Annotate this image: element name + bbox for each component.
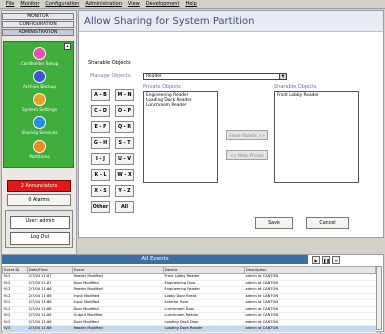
settings-icon (33, 93, 46, 106)
manage-objects-select[interactable]: Reader ▼ (143, 73, 287, 80)
filter-i-j[interactable]: I - J (91, 153, 110, 165)
tab-monitor[interactable]: MONITOR (2, 13, 74, 20)
table-cell: 2/7/04 11:86 (27, 325, 73, 333)
nav-label: Archive Backup (22, 85, 57, 90)
menu-view[interactable]: View (128, 0, 140, 9)
nav-label: System Settings (21, 108, 57, 113)
nav-label: Partitions (29, 155, 50, 160)
column-header[interactable]: Description (244, 266, 376, 274)
filter-q-r[interactable]: Q - R (115, 121, 134, 133)
column-header[interactable]: Date/Time (27, 266, 73, 274)
private-objects-list[interactable]: Engineering Reader Loading Dock Reader L… (143, 91, 218, 183)
sharable-objects-title: Sharable Objects (274, 84, 317, 90)
table-cell: 920 (2, 325, 28, 333)
page-header: Allow Sharing for System Partition (79, 11, 383, 32)
nav-archive-backup[interactable]: Archive Backup (4, 70, 75, 90)
tab-configuration[interactable]: CONFIGURATION (2, 21, 74, 28)
make-private-button[interactable]: << Make Private (226, 150, 268, 160)
menu-file[interactable]: File (6, 0, 14, 9)
backup-icon (33, 70, 46, 83)
table-cell: admin at CANTON (244, 325, 376, 333)
cardholder-icon (33, 47, 46, 60)
menu-administration[interactable]: Administration (85, 0, 122, 9)
private-objects-title: Private Objects (143, 84, 181, 90)
page-title: Allow Sharing for System Partition (84, 16, 255, 27)
menu-help[interactable]: Help (185, 0, 196, 9)
play-icon[interactable]: ▶ (312, 256, 320, 264)
sharing-icon (33, 116, 46, 129)
save-button[interactable]: Save (255, 217, 293, 229)
filter-g-h[interactable]: G - H (91, 137, 110, 149)
table-cell: Loading Dock Reader (163, 325, 245, 333)
pause-icon[interactable]: ❚❚ (322, 256, 330, 264)
alarms-button[interactable]: 0 Alarms (7, 194, 71, 206)
share-objects-button[interactable]: Share Objects >> (226, 130, 268, 140)
column-header[interactable]: Event (72, 266, 164, 274)
events-table: Event ID Date/Time Event Device Descript… (2, 266, 376, 333)
filter-y-z[interactable]: Y - Z (115, 185, 134, 197)
admin-nav-panel: ▴ Cardholder Setup Archive Backup System… (3, 41, 74, 168)
nav-sharing-services[interactable]: Sharing Services (4, 116, 75, 136)
manage-objects-label: Manage Objects: (90, 73, 133, 79)
sharable-objects-list[interactable]: Front Lobby Reader (274, 91, 359, 183)
filter-o-p[interactable]: O - P (115, 105, 134, 117)
nav-label: Cardholder Setup (20, 62, 59, 67)
filter-k-l[interactable]: K - L (91, 169, 110, 181)
filter-e-f[interactable]: E - F (91, 121, 110, 133)
user-box: User: admin Log Out (5, 210, 73, 248)
filter-s-t[interactable]: S - T (115, 137, 134, 149)
nav-system-settings[interactable]: System Settings (4, 93, 75, 113)
table-row[interactable]: 920 2/7/04 11:86 Reader Modified Loading Do… (2, 325, 376, 333)
nav-partitions[interactable]: Partitions (4, 140, 75, 160)
column-header[interactable]: Event ID (2, 266, 28, 274)
annunciators-button[interactable]: 2 Annunciators (7, 180, 71, 192)
sharable-section-label: Sharable Objects (88, 60, 131, 66)
list-item[interactable]: Front Lobby Reader (277, 93, 356, 98)
menu-development[interactable]: Development (146, 0, 180, 9)
list-item[interactable]: Lunchroom Reader (146, 103, 215, 108)
user-label: User: admin (10, 216, 70, 229)
menu-bar: File Monitor Configuration Administration Vi… (0, 0, 385, 9)
partitions-icon (33, 140, 46, 153)
chevron-down-icon[interactable]: ▼ (279, 74, 286, 79)
events-title: All Events (2, 255, 308, 264)
cancel-button[interactable]: Cancel (306, 217, 349, 229)
filter-a-b[interactable]: A - B (91, 89, 110, 101)
nav-cardholder-setup[interactable]: Cardholder Setup (4, 47, 75, 67)
filter-other[interactable]: Other (91, 201, 110, 213)
events-scrollbar[interactable] (376, 266, 382, 330)
table-header-row: Event ID Date/Time Event Device Descript… (2, 266, 376, 274)
tab-administration[interactable]: ADMINISTRATION (2, 29, 74, 36)
select-value: Reader (146, 74, 162, 79)
menu-monitor[interactable]: Monitor (20, 0, 39, 9)
column-header[interactable]: Device (163, 266, 245, 274)
filter-x-s[interactable]: X - S (91, 185, 110, 197)
logout-button[interactable]: Log Out (10, 232, 70, 245)
table-cell: Reader Modified (72, 325, 164, 333)
filter-all[interactable]: All (115, 201, 134, 213)
filter-icon[interactable]: ≡ (332, 256, 340, 264)
filter-m-n[interactable]: M - N (115, 89, 134, 101)
filter-c-d[interactable]: C - D (91, 105, 110, 117)
menu-configuration[interactable]: Configuration (45, 0, 79, 9)
filter-u-v[interactable]: U - V (115, 153, 134, 165)
nav-label: Sharing Services (21, 131, 58, 136)
filter-w-x[interactable]: W - X (115, 169, 134, 181)
